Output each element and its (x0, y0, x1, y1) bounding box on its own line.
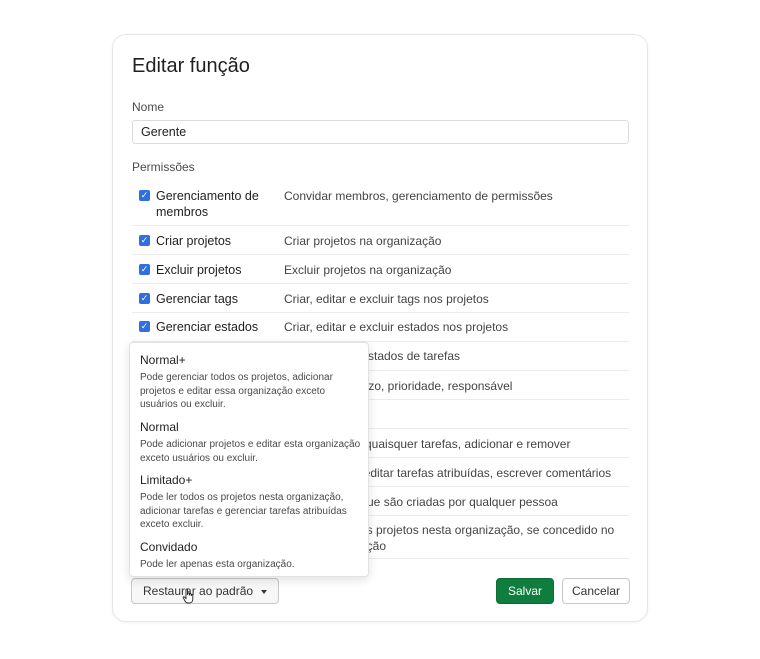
permission-description: Excluir projetos na organização (284, 263, 452, 277)
checkbox-checked-icon[interactable]: ✓ (139, 321, 150, 332)
permission-description: Criar, editar e excluir estados nos proj… (284, 320, 509, 334)
permission-name: Gerenciar tags (156, 292, 238, 306)
permission-description: r estados de tarefas (354, 349, 461, 363)
dialog-title: Editar função (132, 55, 250, 77)
menu-item-description: Pode ler todos os projetos nesta organiz… (140, 492, 347, 530)
permission-description: ar quaisquer tarefas, adicionar e remove… (351, 437, 571, 451)
menu-item-title: Normal+ (140, 353, 186, 367)
menu-item-description: Pode adicionar projetos e editar esta or… (140, 439, 361, 464)
menu-item-description: Pode gerenciar todos os projetos, adicio… (140, 372, 333, 410)
permission-name: Gerenciamento de membros (156, 189, 259, 219)
menu-item-normal-plus[interactable]: Normal+ Pode gerenciar todos os projetos… (140, 353, 362, 412)
restore-default-menu: Normal+ Pode gerenciar todos os projetos… (129, 342, 369, 577)
permission-name: Criar projetos (156, 234, 232, 248)
permission-row[interactable]: ✓ Criar projetos Criar projetos na organ… (132, 226, 629, 255)
menu-item-title: Normal (140, 420, 179, 434)
save-button[interactable]: Salvar (496, 578, 554, 604)
permission-description: s que são criadas por qualquer pessoa (351, 495, 558, 509)
permission-row[interactable]: ✓ Gerenciamento de membros Convidar memb… (132, 184, 629, 226)
restore-default-button[interactable]: Restaurar ao padrão (131, 578, 279, 604)
permission-row[interactable]: ✓ Excluir projetos Excluir projetos na o… (132, 255, 629, 284)
permission-name: Excluir projetos (156, 263, 242, 277)
menu-item-description: Pode ler apenas esta organização. (140, 559, 295, 570)
menu-item-guest[interactable]: Convidado Pode ler apenas esta organizaç… (140, 540, 362, 572)
menu-item-normal[interactable]: Normal Pode adicionar projetos e editar … (140, 420, 362, 465)
permission-description: ros (351, 407, 696, 423)
permission-row[interactable]: ✓ Gerenciar estados Criar, editar e excl… (132, 313, 629, 342)
menu-item-limited-plus[interactable]: Limitado+ Pode ler todos os projetos nes… (140, 473, 362, 532)
permission-description: Criar, editar e excluir tags nos projeto… (284, 292, 489, 306)
menu-item-title: Convidado (140, 540, 198, 554)
menu-item-title: Limitado+ (140, 473, 193, 487)
name-input[interactable] (132, 120, 629, 144)
name-label: Nome (132, 100, 165, 114)
permission-description: s, editar tarefas atribuídas, escrever c… (351, 466, 612, 480)
permission-row[interactable]: ✓ Gerenciar tags Criar, editar e excluir… (132, 284, 629, 313)
caret-down-icon (261, 590, 267, 594)
checkbox-checked-icon[interactable]: ✓ (139, 293, 150, 304)
restore-default-label: Restaurar ao padrão (143, 584, 254, 598)
cancel-button[interactable]: Cancelar (562, 578, 630, 604)
permission-description: Criar projetos na organização (284, 234, 442, 248)
hand-cursor-icon (182, 588, 194, 604)
permission-description: os projetos nesta organização, se conced… (360, 523, 615, 553)
permission-description: prazo, prioridade, responsável (351, 379, 513, 393)
permission-name: Gerenciar estados (156, 320, 259, 334)
checkbox-checked-icon[interactable]: ✓ (139, 264, 150, 275)
permissions-label: Permissões (132, 160, 195, 174)
checkbox-checked-icon[interactable]: ✓ (139, 190, 150, 201)
checkbox-checked-icon[interactable]: ✓ (139, 235, 150, 246)
permission-description: Convidar membros, gerenciamento de permi… (284, 189, 553, 203)
